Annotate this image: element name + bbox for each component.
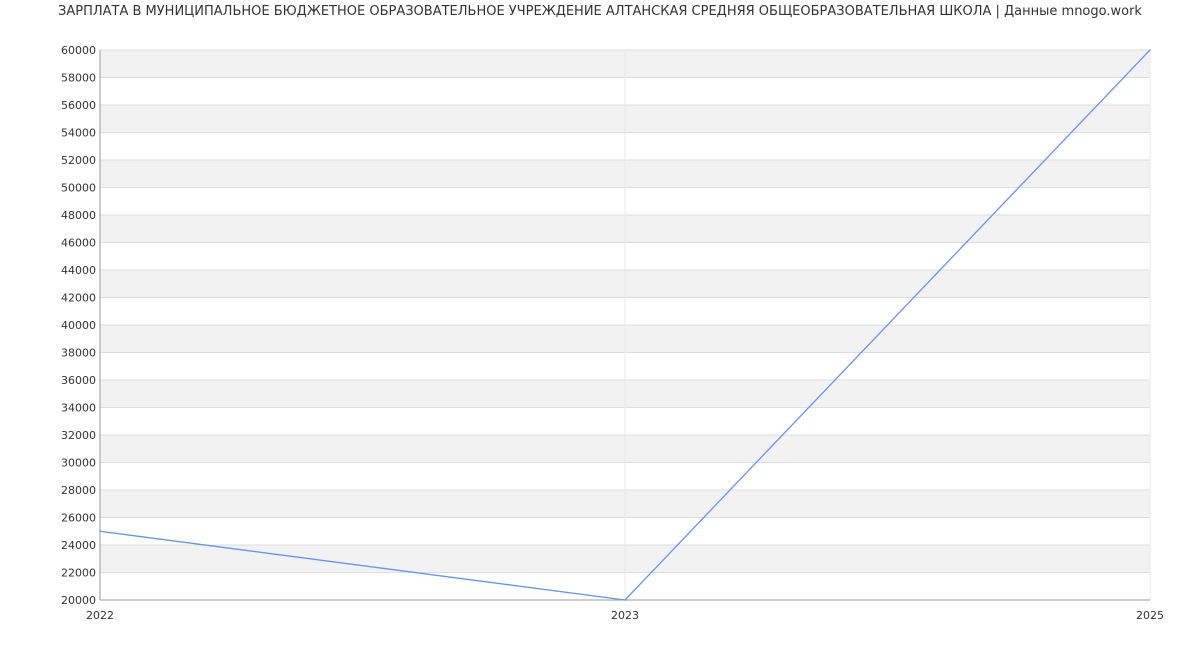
y-tick-label: 48000	[61, 209, 96, 222]
y-tick-label: 20000	[61, 594, 96, 607]
y-tick-label: 26000	[61, 512, 96, 525]
y-tick-label: 46000	[61, 237, 96, 250]
y-tick-label: 28000	[61, 484, 96, 497]
y-tick-label: 60000	[61, 44, 96, 57]
data-point	[624, 599, 626, 601]
y-tick-label: 24000	[61, 539, 96, 552]
y-tick-label: 50000	[61, 182, 96, 195]
y-tick-label: 22000	[61, 567, 96, 580]
x-tick-label: 2023	[611, 609, 639, 622]
y-tick-label: 40000	[61, 319, 96, 332]
line-chart: 20000 22000 24000 26000 28000 30000 32000 34000…	[61, 44, 1164, 622]
y-tick-label: 36000	[61, 374, 96, 387]
y-tick-label: 42000	[61, 292, 96, 305]
y-tick-label: 44000	[61, 264, 96, 277]
y-tick-label: 30000	[61, 457, 96, 470]
x-tick-label: 2022	[86, 609, 114, 622]
data-point	[99, 530, 101, 533]
data-point	[1149, 49, 1151, 51]
y-tick-label: 56000	[61, 99, 96, 112]
y-tick-label: 32000	[61, 429, 96, 442]
y-tick-label: 54000	[61, 127, 96, 140]
y-tick-label: 58000	[61, 72, 96, 85]
y-tick-label: 52000	[61, 154, 96, 167]
x-tick-label: 2025	[1136, 609, 1164, 622]
y-tick-label: 34000	[61, 402, 96, 415]
y-tick-label: 38000	[61, 347, 96, 360]
